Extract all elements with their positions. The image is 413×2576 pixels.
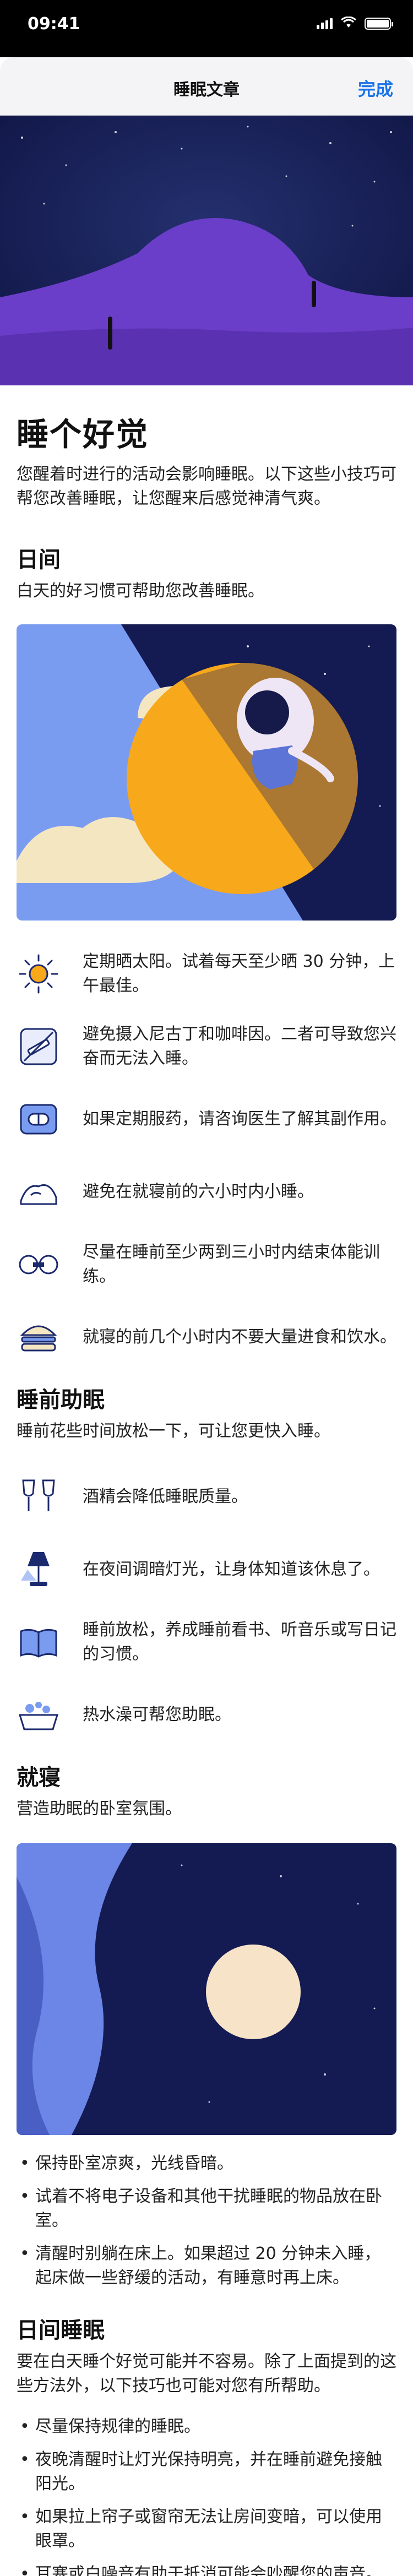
- tip-text: 热水澡可帮您助眠。: [83, 1705, 231, 1724]
- dumbbell-icon: [17, 1239, 72, 1290]
- tip-text: 避免摄入尼古丁和咖啡因。二者可导致您兴奋而无法入睡。: [83, 1025, 396, 1068]
- tip-item: 避免摄入尼古丁和咖啡因。二者可导致您兴奋而无法入睡。: [17, 1019, 396, 1075]
- tip-text: 在夜间调暗灯光，让身体知道该休息了。: [83, 1560, 380, 1579]
- battery-icon: [365, 18, 393, 30]
- tip-text: 就寝的前几个小时内不要大量进食和饮水。: [83, 1327, 396, 1347]
- hero-illustration: [0, 116, 413, 385]
- section-day-sleep-subtitle: 要在白天睡个好觉可能并不容易。除了上面提到的这些方法外，以下技巧也可能对您有所帮…: [17, 2352, 396, 2395]
- page: 09:41 睡眠文章 完成 睡个好觉 您醒着时进行的活动会影响睡眠。以下这些小技…: [0, 0, 413, 2576]
- section-day-heading: 日间: [17, 547, 61, 573]
- hero-night-scene: [0, 116, 413, 385]
- nav-bar: 睡眠文章 完成: [0, 57, 413, 116]
- wine-glasses-icon: [17, 1472, 72, 1522]
- status-icons: [317, 16, 393, 31]
- tip-item: 酒精会降低睡眠质量。: [17, 1469, 396, 1525]
- article-title: 睡个好觉: [17, 416, 149, 453]
- tip-item: 如果定期服药，请咨询医生了解其副作用。: [17, 1091, 396, 1147]
- day-illustration: [17, 624, 396, 921]
- tip-item: 就寝的前几个小时内不要大量进食和饮水。: [17, 1309, 396, 1365]
- section-day-subtitle: 白天的好习惯可帮助您改善睡眠。: [17, 581, 264, 601]
- tip-item: 在夜间调暗灯光，让身体知道该休息了。: [17, 1542, 396, 1598]
- tip-text: 避免在就寝前的六小时内小睡。: [83, 1182, 314, 1201]
- tip-text: 定期晒太阳。试着每天至少晒 30 分钟，上午最佳。: [83, 952, 395, 995]
- nav-title: 睡眠文章: [173, 80, 240, 100]
- moon-night-illustration: [17, 1843, 396, 2135]
- tip-item: 避免在就寝前的六小时内小睡。: [17, 1164, 396, 1220]
- list-item: 尽量保持规律的睡眠。: [17, 2415, 396, 2439]
- done-button[interactable]: 完成: [358, 75, 393, 101]
- section-bedtime-heading: 就寝: [17, 1765, 61, 1790]
- lamp-icon: [17, 1544, 72, 1595]
- sun-icon: [17, 949, 72, 999]
- burger-icon: [17, 1312, 72, 1363]
- wifi-icon: [340, 16, 357, 31]
- list-item: 夜晚清醒时让灯光保持明亮，并在睡前避免接触阳光。: [17, 2448, 396, 2496]
- nap-icon: [17, 1167, 72, 1217]
- bedtime-illustration: [17, 1843, 396, 2135]
- tip-text: 尽量在睡前至少两到三小时内结束体能训练。: [83, 1243, 380, 1286]
- tip-text: 睡前放松，养成睡前看书、听音乐或写日记的习惯。: [83, 1620, 396, 1664]
- section-before-bed-subtitle: 睡前花些时间放松一下，可让您更快入睡。: [17, 1422, 330, 1441]
- article-intro: 您醒着时进行的活动会影响睡眠。以下这些小技巧可帮您改善睡眠，让您醒来后感觉神清气…: [17, 465, 396, 508]
- list-item: 清醒时别躺在床上。如果超过 20 分钟未入睡，起床做一些舒缓的活动，有睡意时再上…: [17, 2242, 396, 2290]
- no-smoking-icon: [17, 1021, 72, 1072]
- before-bed-tips: 酒精会降低睡眠质量。 在夜间调暗灯光，让身体知道该休息了。 睡前放松，养成睡前看…: [17, 1469, 396, 1743]
- list-item: 耳塞或白噪音有助于抵消可能会吵醒您的声音。: [17, 2562, 396, 2576]
- tip-text: 如果定期服药，请咨询医生了解其副作用。: [83, 1109, 396, 1129]
- sheet-gap: [0, 48, 413, 57]
- section-before-bed-heading: 睡前助眠: [17, 1387, 105, 1413]
- list-item: 试着不将电子设备和其他干扰睡眠的物品放在卧室。: [17, 2185, 396, 2233]
- day-sleep-bullets: 尽量保持规律的睡眠。 夜晚清醒时让灯光保持明亮，并在睡前避免接触阳光。 如果拉上…: [17, 2415, 396, 2576]
- day-tips: 定期晒太阳。试着每天至少晒 30 分钟，上午最佳。 避免摄入尼古丁和咖啡因。二者…: [17, 946, 396, 1365]
- tip-text: 酒精会降低睡眠质量。: [83, 1487, 248, 1506]
- book-icon: [17, 1617, 72, 1668]
- signal-icon: [317, 18, 333, 29]
- bathtub-icon: [17, 1690, 72, 1740]
- tip-item: 热水澡可帮您助眠。: [17, 1687, 396, 1743]
- status-time: 09:41: [28, 14, 80, 34]
- section-bedtime-subtitle: 营造助眠的卧室氛围。: [17, 1799, 182, 1818]
- tip-item: 睡前放松，养成睡前看书、听音乐或写日记的习惯。: [17, 1614, 396, 1670]
- status-bar: 09:41: [0, 0, 413, 48]
- list-item: 保持卧室凉爽，光线昏暗。: [17, 2152, 396, 2176]
- pill-icon: [17, 1094, 72, 1145]
- bedtime-bullets: 保持卧室凉爽，光线昏暗。 试着不将电子设备和其他干扰睡眠的物品放在卧室。 清醒时…: [17, 2152, 396, 2290]
- list-item: 如果拉上帘子或窗帘无法让房间变暗，可以使用眼罩。: [17, 2505, 396, 2553]
- article-content: 睡个好觉 您醒着时进行的活动会影响睡眠。以下这些小技巧可帮您改善睡眠，让您醒来后…: [0, 409, 413, 2576]
- sun-moon-illustration: [17, 624, 396, 921]
- tip-item: 定期晒太阳。试着每天至少晒 30 分钟，上午最佳。: [17, 946, 396, 1002]
- tip-item: 尽量在睡前至少两到三小时内结束体能训练。: [17, 1237, 396, 1293]
- section-day-sleep-heading: 日间睡眠: [17, 2318, 105, 2343]
